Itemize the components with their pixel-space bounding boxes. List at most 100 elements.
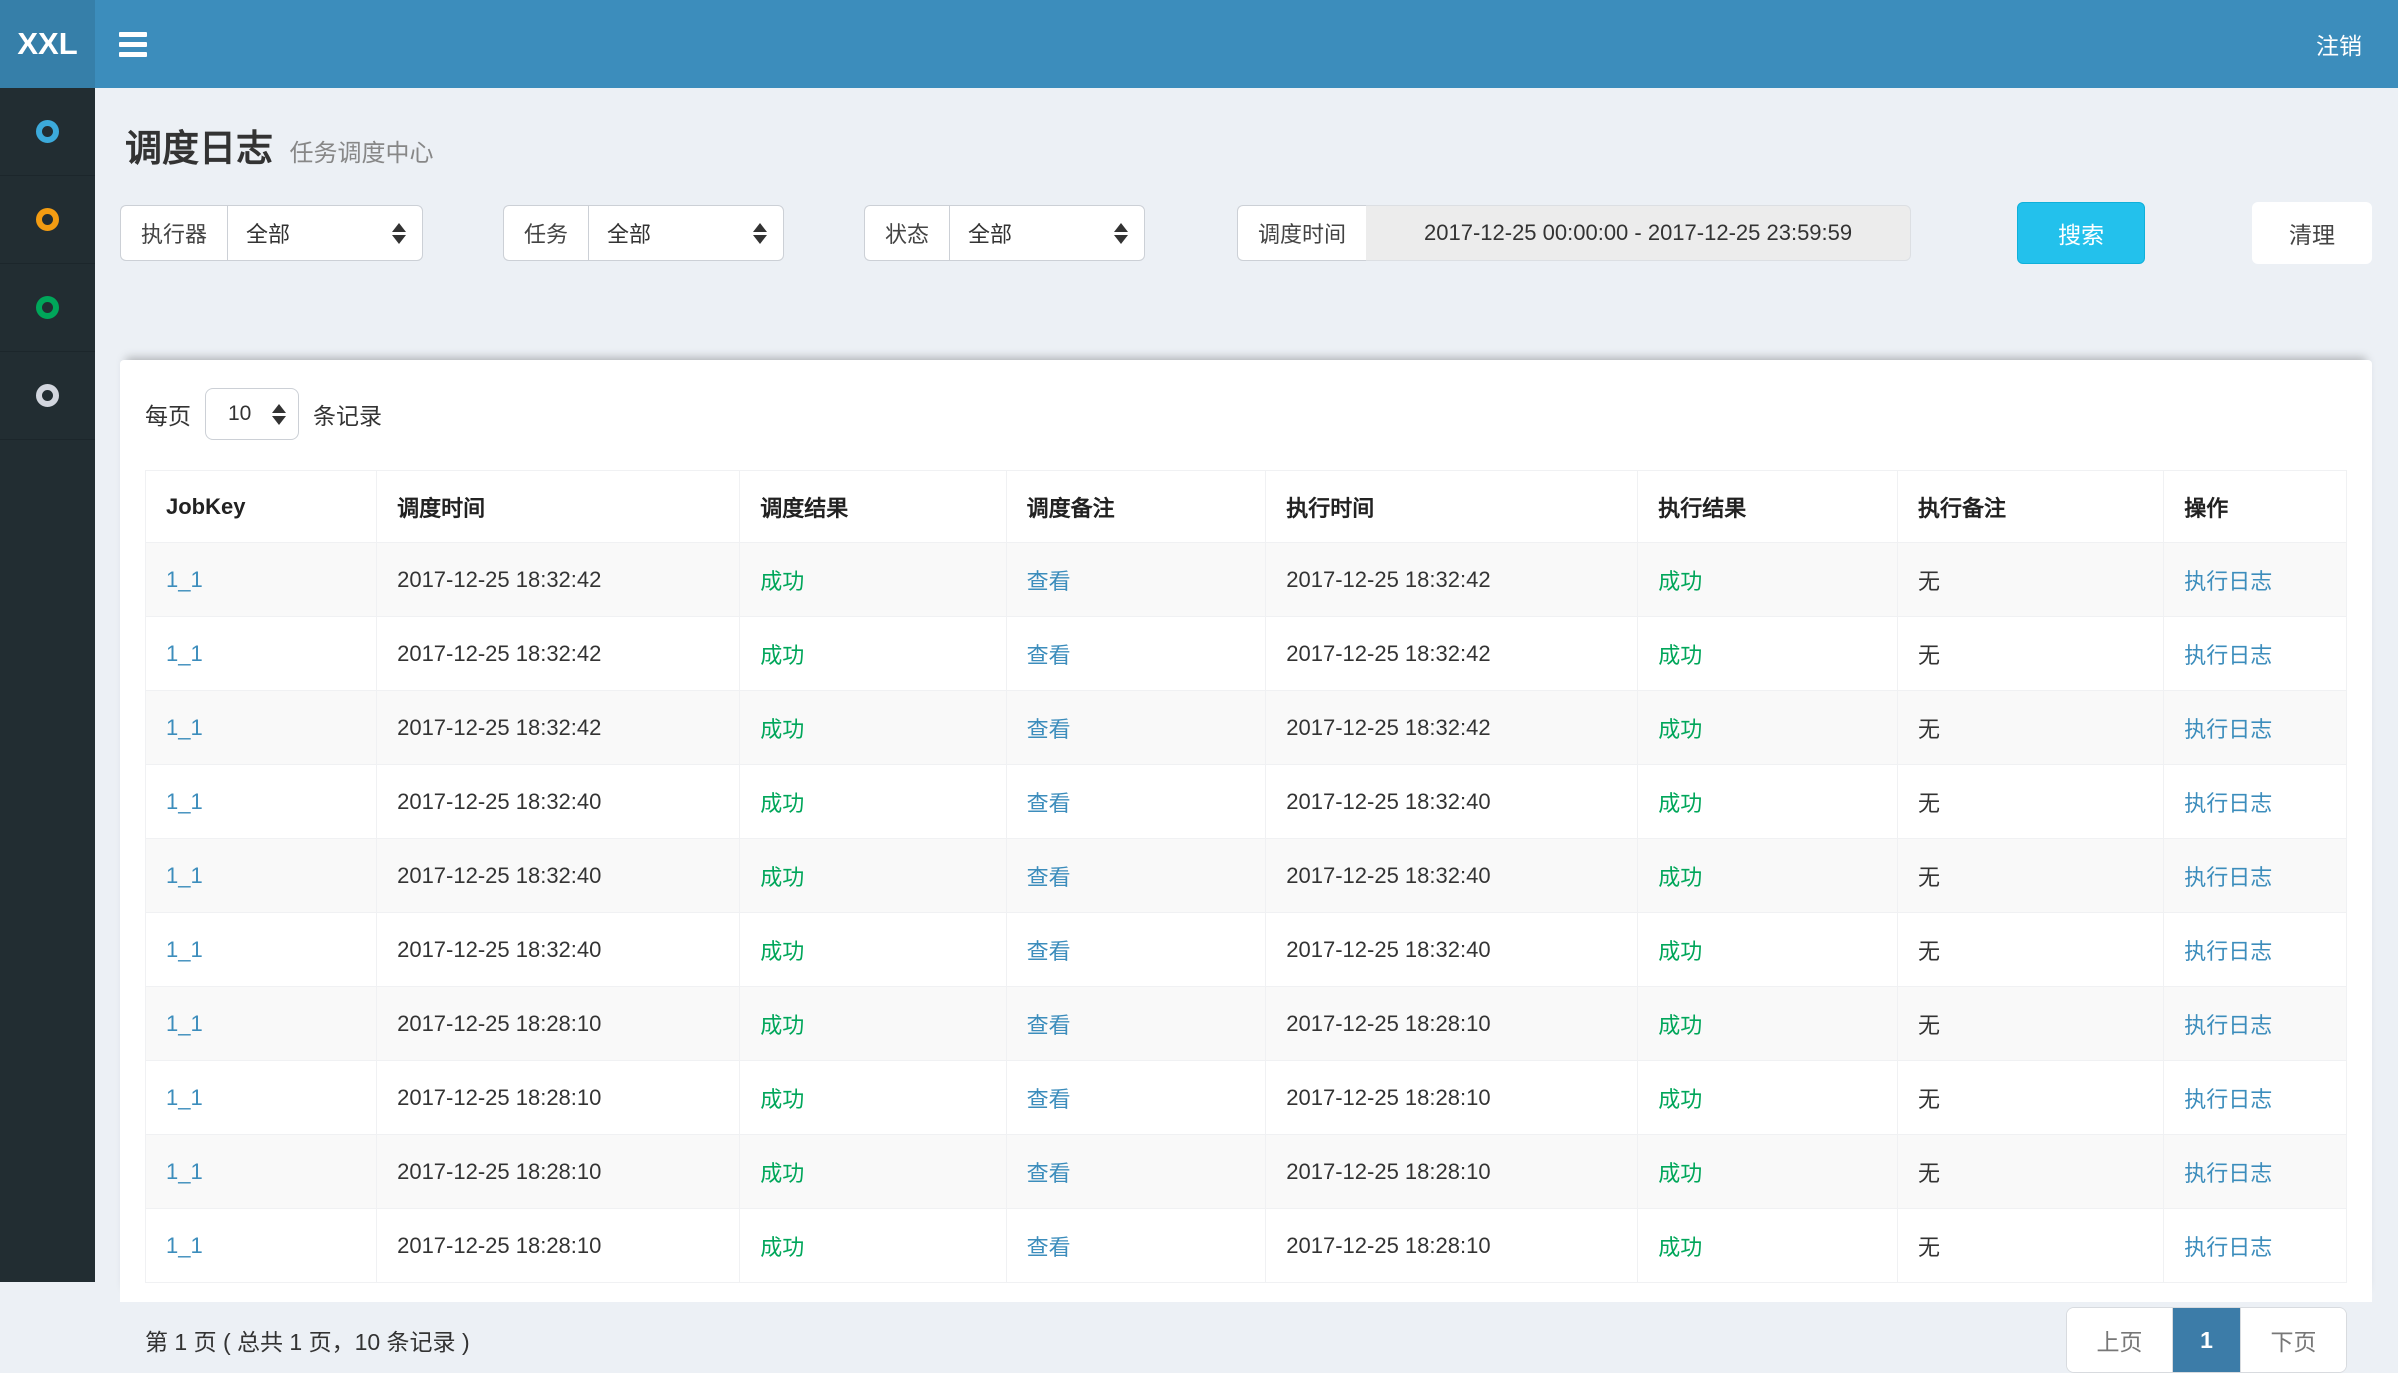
jobkey-link[interactable]: 1_1 bbox=[166, 715, 203, 740]
handle-msg-cell: 无 bbox=[1897, 987, 2163, 1061]
jobkey-link[interactable]: 1_1 bbox=[166, 641, 203, 666]
trigger-msg-view-link[interactable]: 查看 bbox=[1027, 717, 1071, 742]
trigger-time-cell: 2017-12-25 18:32:42 bbox=[377, 543, 740, 617]
exec-log-link[interactable]: 执行日志 bbox=[2184, 791, 2272, 816]
trigger-time-filter-label: 调度时间 bbox=[1237, 205, 1366, 261]
exec-log-link[interactable]: 执行日志 bbox=[2184, 939, 2272, 964]
trigger-msg-view-link[interactable]: 查看 bbox=[1027, 569, 1071, 594]
col-header-handle-result: 执行结果 bbox=[1638, 471, 1898, 543]
col-header-trigger-time: 调度时间 bbox=[377, 471, 740, 543]
trigger-msg-view-link[interactable]: 查看 bbox=[1027, 643, 1071, 668]
jobkey-link[interactable]: 1_1 bbox=[166, 863, 203, 888]
col-header-jobkey: JobKey bbox=[146, 471, 377, 543]
per-page-control: 每页 10 条记录 bbox=[145, 388, 2347, 440]
job-filter-group: 任务 全部 bbox=[503, 205, 784, 261]
table-row: 1_1 2017-12-25 18:32:40 成功 查看 2017-12-25… bbox=[146, 765, 2347, 839]
trigger-msg-view-link[interactable]: 查看 bbox=[1027, 1235, 1071, 1260]
circle-icon bbox=[36, 120, 59, 143]
next-page-button[interactable]: 下页 bbox=[2240, 1308, 2346, 1372]
hamburger-icon bbox=[119, 32, 147, 57]
pagination-bar: 第 1 页 ( 总共 1 页，10 条记录 ) 上页 1 下页 bbox=[145, 1307, 2347, 1373]
table-header-row: JobKey 调度时间 调度结果 调度备注 执行时间 执行结果 执行备注 操作 bbox=[146, 471, 2347, 543]
handle-msg-cell: 无 bbox=[1897, 1061, 2163, 1135]
sidebar-item-job-manage[interactable] bbox=[0, 176, 95, 264]
sidebar-item-help[interactable] bbox=[0, 352, 95, 440]
handle-time-cell: 2017-12-25 18:32:40 bbox=[1266, 839, 1638, 913]
prev-page-button[interactable]: 上页 bbox=[2067, 1308, 2173, 1372]
handle-time-cell: 2017-12-25 18:32:40 bbox=[1266, 913, 1638, 987]
select-arrows-icon bbox=[753, 223, 767, 244]
logout-link[interactable]: 注销 bbox=[2316, 27, 2362, 61]
trigger-msg-view-link[interactable]: 查看 bbox=[1027, 865, 1071, 890]
handle-msg-cell: 无 bbox=[1897, 1135, 2163, 1209]
sidebar-toggle-button[interactable] bbox=[95, 0, 171, 88]
exec-log-link[interactable]: 执行日志 bbox=[2184, 1087, 2272, 1112]
exec-log-link[interactable]: 执行日志 bbox=[2184, 865, 2272, 890]
table-row: 1_1 2017-12-25 18:28:10 成功 查看 2017-12-25… bbox=[146, 1061, 2347, 1135]
col-header-handle-msg: 执行备注 bbox=[1897, 471, 2163, 543]
select-arrows-icon bbox=[1114, 223, 1128, 244]
trigger-result-text: 成功 bbox=[760, 791, 804, 816]
jobkey-link[interactable]: 1_1 bbox=[166, 567, 203, 592]
jobkey-link[interactable]: 1_1 bbox=[166, 1233, 203, 1258]
log-table: JobKey 调度时间 调度结果 调度备注 执行时间 执行结果 执行备注 操作 … bbox=[145, 470, 2347, 1283]
handle-time-cell: 2017-12-25 18:32:42 bbox=[1266, 543, 1638, 617]
trigger-msg-view-link[interactable]: 查看 bbox=[1027, 791, 1071, 816]
table-row: 1_1 2017-12-25 18:32:42 成功 查看 2017-12-25… bbox=[146, 691, 2347, 765]
handle-result-text: 成功 bbox=[1658, 1161, 1702, 1186]
trigger-time-filter-group: 调度时间 2017-12-25 00:00:00 - 2017-12-25 23… bbox=[1237, 205, 1911, 261]
handle-time-cell: 2017-12-25 18:32:42 bbox=[1266, 691, 1638, 765]
exec-log-link[interactable]: 执行日志 bbox=[2184, 643, 2272, 668]
trigger-time-cell: 2017-12-25 18:28:10 bbox=[377, 1061, 740, 1135]
executor-filter-group: 执行器 全部 bbox=[120, 205, 423, 261]
executor-filter-select[interactable]: 全部 bbox=[227, 205, 423, 261]
status-filter-group: 状态 全部 bbox=[864, 205, 1145, 261]
handle-time-cell: 2017-12-25 18:28:10 bbox=[1266, 1209, 1638, 1283]
handle-result-text: 成功 bbox=[1658, 1235, 1702, 1260]
handle-result-text: 成功 bbox=[1658, 791, 1702, 816]
handle-result-text: 成功 bbox=[1658, 717, 1702, 742]
trigger-msg-view-link[interactable]: 查看 bbox=[1027, 1087, 1071, 1112]
jobkey-link[interactable]: 1_1 bbox=[166, 789, 203, 814]
exec-log-link[interactable]: 执行日志 bbox=[2184, 717, 2272, 742]
handle-msg-cell: 无 bbox=[1897, 617, 2163, 691]
trigger-time-cell: 2017-12-25 18:32:40 bbox=[377, 913, 740, 987]
trigger-msg-view-link[interactable]: 查看 bbox=[1027, 939, 1071, 964]
jobkey-link[interactable]: 1_1 bbox=[166, 937, 203, 962]
table-row: 1_1 2017-12-25 18:28:10 成功 查看 2017-12-25… bbox=[146, 1135, 2347, 1209]
handle-result-text: 成功 bbox=[1658, 865, 1702, 890]
trigger-time-cell: 2017-12-25 18:28:10 bbox=[377, 987, 740, 1061]
handle-time-cell: 2017-12-25 18:32:42 bbox=[1266, 617, 1638, 691]
executor-filter-label: 执行器 bbox=[120, 205, 227, 261]
job-filter-select[interactable]: 全部 bbox=[588, 205, 784, 261]
exec-log-link[interactable]: 执行日志 bbox=[2184, 1161, 2272, 1186]
col-header-trigger-msg: 调度备注 bbox=[1006, 471, 1266, 543]
select-arrows-icon bbox=[392, 223, 406, 244]
trigger-result-text: 成功 bbox=[760, 569, 804, 594]
handle-msg-cell: 无 bbox=[1897, 839, 2163, 913]
per-page-select[interactable]: 10 bbox=[205, 388, 299, 440]
app-logo[interactable]: XXL bbox=[0, 0, 95, 88]
jobkey-link[interactable]: 1_1 bbox=[166, 1085, 203, 1110]
exec-log-link[interactable]: 执行日志 bbox=[2184, 1235, 2272, 1260]
trigger-time-cell: 2017-12-25 18:32:42 bbox=[377, 691, 740, 765]
table-row: 1_1 2017-12-25 18:28:10 成功 查看 2017-12-25… bbox=[146, 987, 2347, 1061]
col-header-action: 操作 bbox=[2164, 471, 2347, 543]
jobkey-link[interactable]: 1_1 bbox=[166, 1011, 203, 1036]
page-1-button[interactable]: 1 bbox=[2173, 1308, 2240, 1372]
clear-log-button[interactable]: 清理 bbox=[2252, 202, 2372, 264]
page-title: 调度日志 bbox=[125, 128, 273, 169]
trigger-msg-view-link[interactable]: 查看 bbox=[1027, 1161, 1071, 1186]
handle-msg-cell: 无 bbox=[1897, 691, 2163, 765]
trigger-msg-view-link[interactable]: 查看 bbox=[1027, 1013, 1071, 1038]
jobkey-link[interactable]: 1_1 bbox=[166, 1159, 203, 1184]
status-filter-select[interactable]: 全部 bbox=[949, 205, 1145, 261]
trigger-time-range-input[interactable]: 2017-12-25 00:00:00 - 2017-12-25 23:59:5… bbox=[1366, 205, 1911, 261]
sidebar-item-dashboard[interactable] bbox=[0, 88, 95, 176]
sidebar-item-job-log[interactable] bbox=[0, 264, 95, 352]
exec-log-link[interactable]: 执行日志 bbox=[2184, 569, 2272, 594]
trigger-result-text: 成功 bbox=[760, 717, 804, 742]
search-button[interactable]: 搜索 bbox=[2017, 202, 2145, 264]
trigger-time-cell: 2017-12-25 18:28:10 bbox=[377, 1209, 740, 1283]
exec-log-link[interactable]: 执行日志 bbox=[2184, 1013, 2272, 1038]
